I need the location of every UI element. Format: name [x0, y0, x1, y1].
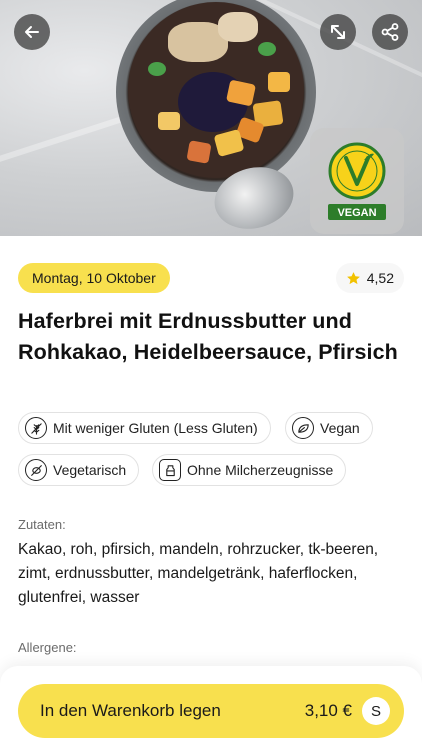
vegan-logo-icon: VEGAN	[328, 142, 386, 220]
expand-button[interactable]	[320, 14, 356, 50]
price: 3,10 €	[304, 701, 352, 720]
tag-label: Mit weniger Gluten (Less Gluten)	[53, 420, 258, 436]
size-selector[interactable]: S	[362, 697, 390, 725]
arrow-left-icon	[25, 26, 39, 38]
tag-label: Ohne Milcherzeugnisse	[187, 462, 334, 478]
ingredients-label: Zutaten:	[18, 517, 66, 532]
no-meat-icon	[25, 459, 47, 481]
add-to-cart-label: In den Warenkorb legen	[40, 701, 221, 720]
add-to-cart-button[interactable]: In den Warenkorb legen 3,10 € S	[18, 684, 404, 738]
tag-dairy-free[interactable]: Ohne Milcherzeugnisse	[152, 454, 347, 486]
tag-label: Vegan	[320, 420, 360, 436]
ingredients-text: Kakao, roh, pfirsich, mandeln, rohrzucke…	[18, 541, 379, 606]
svg-text:VEGAN: VEGAN	[337, 207, 376, 219]
star-icon	[346, 271, 360, 284]
milk-icon	[159, 459, 181, 481]
tag-vegetarian[interactable]: Vegetarisch	[18, 454, 140, 486]
vegan-label-badge: VEGAN	[310, 128, 404, 234]
rating-badge[interactable]: 4,52	[335, 263, 404, 293]
back-button[interactable]	[14, 14, 50, 50]
allergens-label: Allergene:	[18, 640, 77, 655]
rating-value: 4,52	[366, 270, 394, 286]
meal-photo: VEGAN	[0, 0, 422, 236]
date-badge: Montag, 10 Oktober	[18, 263, 170, 293]
bottom-action-bar: In den Warenkorb legen 3,10 € S	[0, 666, 422, 750]
tag-label: Vegetarisch	[53, 462, 127, 478]
expand-icon	[331, 25, 345, 39]
meal-title: Haferbrei mit Erdnussbutter und Rohkakao…	[18, 309, 398, 364]
share-icon	[381, 23, 399, 41]
tag-vegan[interactable]: Vegan	[285, 412, 373, 444]
leaf-icon	[292, 417, 314, 439]
tag-less-gluten[interactable]: Mit weniger Gluten (Less Gluten)	[18, 412, 271, 444]
wheat-icon	[25, 417, 47, 439]
share-button[interactable]	[372, 14, 408, 50]
